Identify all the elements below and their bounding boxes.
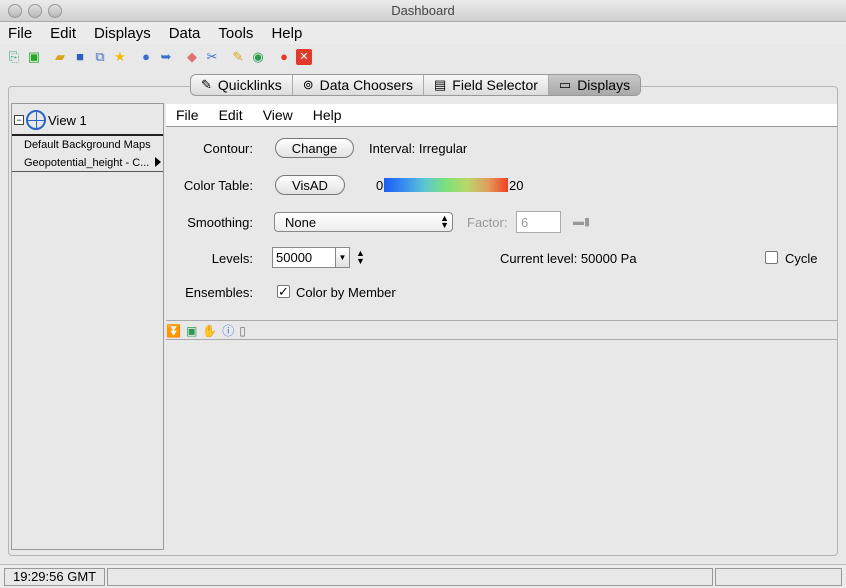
menu-tools[interactable]: Tools — [218, 25, 253, 42]
color-by-member-label: Color by Member — [296, 285, 396, 300]
open-icon[interactable]: ▰ — [52, 49, 68, 65]
status-message — [107, 568, 713, 586]
help-icon[interactable]: ● — [138, 49, 154, 65]
smoothing-label: Smoothing: — [187, 215, 253, 230]
slider-handle-icon[interactable]: ▬▮ — [573, 215, 590, 228]
cut-icon[interactable]: ✂ — [204, 49, 220, 65]
color-table-bar[interactable] — [384, 178, 508, 192]
eraser-icon[interactable]: ◆ — [184, 49, 200, 65]
tree-divider — [12, 134, 163, 136]
tab-label: Displays — [577, 77, 631, 93]
factor-input[interactable]: 6 — [516, 211, 561, 233]
add-display-icon[interactable]: ▣ — [186, 324, 197, 338]
record-icon[interactable]: ● — [276, 49, 292, 65]
layer-default-background-maps[interactable]: Default Background Maps — [24, 139, 151, 151]
save-icon[interactable]: ■ — [72, 49, 88, 65]
globe-icon[interactable]: ◉ — [250, 49, 266, 65]
dashboard-tabs: ✎ Quicklinks ⊚ Data Choosers ▤ Field Select… — [190, 74, 642, 96]
control-menu-edit[interactable]: Edit — [219, 107, 243, 123]
quicklinks-icon: ✎ — [201, 77, 212, 92]
contour-interval-text: Interval: Irregular — [369, 141, 468, 156]
trash-icon[interactable]: ▯ — [239, 324, 246, 338]
layer-toolbar: ⏬ ▣ ✋ ⓘ ▯ — [166, 322, 251, 339]
favorite-icon[interactable]: ★ — [112, 49, 128, 65]
current-level-text: Current level: 50000 Pa — [500, 251, 637, 266]
contour-change-button[interactable]: Change — [275, 138, 354, 158]
copy-icon[interactable]: ⧉ — [92, 49, 108, 65]
window-title: Dashboard — [391, 3, 455, 18]
view-label: View 1 — [48, 112, 87, 128]
menu-help[interactable]: Help — [271, 25, 302, 42]
color-table-max: 20 — [509, 178, 524, 193]
new-window-icon[interactable]: ⎘ — [6, 49, 22, 65]
display-tree-pane: − View 1 Default Background Maps Geopote… — [11, 103, 164, 550]
tab-quicklinks[interactable]: ✎ Quicklinks — [191, 75, 293, 95]
menu-edit[interactable]: Edit — [50, 25, 76, 42]
tab-displays[interactable]: ▭ Displays — [548, 75, 641, 95]
levels-combo[interactable]: 50000 ▼ — [272, 247, 350, 268]
close-icon[interactable]: ✕ — [296, 49, 312, 65]
tab-field-selector[interactable]: ▤ Field Selector — [424, 75, 549, 95]
smoothing-select[interactable]: None ▲ ▼ — [274, 212, 453, 232]
double-chevron-down-icon[interactable]: ⏬ — [166, 324, 181, 338]
color-table-label: Color Table: — [183, 178, 253, 193]
color-table-button[interactable]: VisAD — [275, 175, 345, 195]
menu-displays[interactable]: Displays — [94, 25, 151, 42]
close-window-button[interactable] — [8, 4, 22, 18]
control-menu-view[interactable]: View — [263, 107, 293, 123]
cycle-checkbox[interactable] — [765, 251, 778, 264]
chevron-down-icon[interactable]: ▼ — [335, 248, 349, 267]
color-by-member-checkbox[interactable]: ✓ — [277, 285, 290, 298]
collapse-icon[interactable]: − — [14, 115, 24, 125]
info-icon[interactable]: ⓘ — [222, 322, 234, 339]
contour-label: Contour: — [203, 141, 253, 156]
select-updown-icon: ▲ ▼ — [440, 213, 449, 230]
cycle-label: Cycle — [785, 251, 818, 266]
new-display-icon[interactable]: ▣ — [26, 49, 42, 65]
tab-label: Data Choosers — [319, 77, 413, 93]
tab-label: Quicklinks — [217, 77, 282, 93]
control-menu-file[interactable]: File — [176, 107, 199, 123]
monitor-icon: ▭ — [558, 77, 572, 92]
crosshair-icon — [26, 110, 46, 130]
zoom-window-button[interactable] — [48, 4, 62, 18]
ensembles-label: Ensembles: — [185, 285, 253, 300]
window-titlebar: Dashboard — [0, 0, 846, 22]
display-control-pane: File Edit View Help Contour: Change Inte… — [166, 104, 837, 550]
layer-geopotential-height[interactable]: Geopotential_height - C... — [24, 157, 149, 169]
level-stepper-icon[interactable]: ▲ ▼ — [356, 249, 365, 266]
tab-data-choosers[interactable]: ⊚ Data Choosers — [293, 75, 424, 95]
levels-label: Levels: — [211, 251, 253, 266]
control-menubar: File Edit View Help — [166, 104, 837, 127]
levels-value: 50000 — [276, 250, 313, 265]
tree-item-view[interactable]: − View 1 — [14, 110, 87, 130]
status-bar: 19:29:56 GMT — [0, 564, 846, 588]
hand-icon[interactable]: ✋ — [202, 324, 217, 338]
clipboard-icon: ▤ — [434, 77, 447, 92]
minimize-window-button[interactable] — [28, 4, 42, 18]
panel-divider — [166, 339, 837, 340]
main-menubar: File Edit Displays Data Tools Help — [0, 22, 846, 44]
edit-pencil-icon[interactable]: ✎ — [230, 49, 246, 65]
main-toolbar: ⎘ ▣ ▰ ■ ⧉ ★ ● ➥ ◆ ✂ ✎ ◉ ● ✕ — [0, 45, 846, 69]
factor-label: Factor: — [467, 215, 508, 230]
panel-divider — [166, 320, 837, 321]
color-table-min: 0 — [376, 178, 384, 193]
binoculars-icon: ⊚ — [302, 77, 314, 92]
status-time: 19:29:56 GMT — [4, 568, 105, 586]
forward-icon[interactable]: ➥ — [158, 49, 174, 65]
status-progress — [715, 568, 842, 586]
control-menu-help[interactable]: Help — [313, 107, 342, 123]
menu-data[interactable]: Data — [169, 25, 201, 42]
smoothing-value: None — [285, 214, 317, 230]
tree-divider — [12, 171, 163, 172]
chevron-right-icon — [155, 157, 161, 167]
menu-file[interactable]: File — [8, 25, 32, 42]
tab-label: Field Selector — [452, 77, 538, 93]
